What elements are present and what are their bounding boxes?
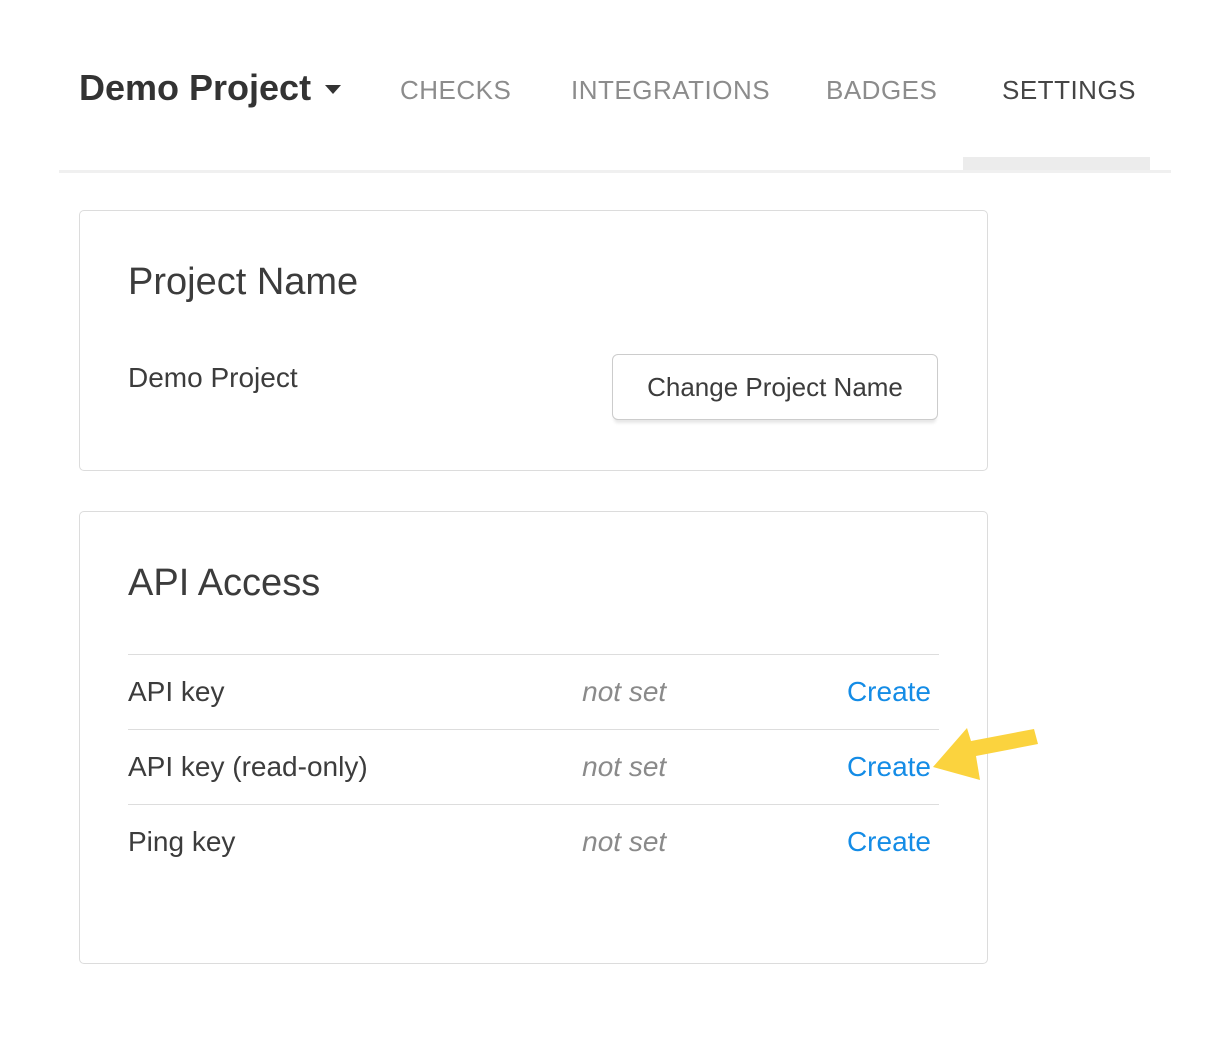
api-key-read-only-label: API key (read-only) [128,751,582,783]
api-key-read-only-create-link[interactable]: Create [847,751,931,782]
api-key-create-link[interactable]: Create [847,676,931,707]
tab-badges[interactable]: BADGES [826,74,937,106]
change-project-name-button[interactable]: Change Project Name [612,354,938,420]
chevron-down-icon [325,85,341,94]
table-row-ping-key: Ping key not set Create [128,804,939,879]
current-project-name: Demo Project [128,361,298,395]
project-switcher-dropdown[interactable]: Demo Project [79,66,341,110]
ping-key-create-link[interactable]: Create [847,826,931,857]
ping-key-label: Ping key [128,826,582,858]
api-key-value: not set [582,676,801,708]
project-name-card: Project Name Demo Project Change Project… [79,210,988,471]
project-name-card-title: Project Name [128,259,358,305]
api-key-label: API key [128,676,582,708]
api-keys-table: API key not set Create API key (read-onl… [128,654,939,879]
header-divider [59,170,1171,173]
tab-checks[interactable]: CHECKS [400,74,511,106]
active-tab-indicator [963,157,1150,171]
api-key-read-only-value: not set [582,751,801,783]
table-row-api-key: API key not set Create [128,654,939,729]
table-row-api-key-read-only: API key (read-only) not set Create [128,729,939,804]
project-settings-page: Demo Project CHECKS INTEGRATIONS BADGES … [0,0,1220,1059]
project-switcher-label: Demo Project [79,67,311,108]
tab-settings[interactable]: SETTINGS [1002,74,1136,106]
api-access-card: API Access API key not set Create API ke… [79,511,988,964]
tab-integrations[interactable]: INTEGRATIONS [571,74,770,106]
api-access-card-title: API Access [128,560,320,606]
ping-key-value: not set [582,826,801,858]
